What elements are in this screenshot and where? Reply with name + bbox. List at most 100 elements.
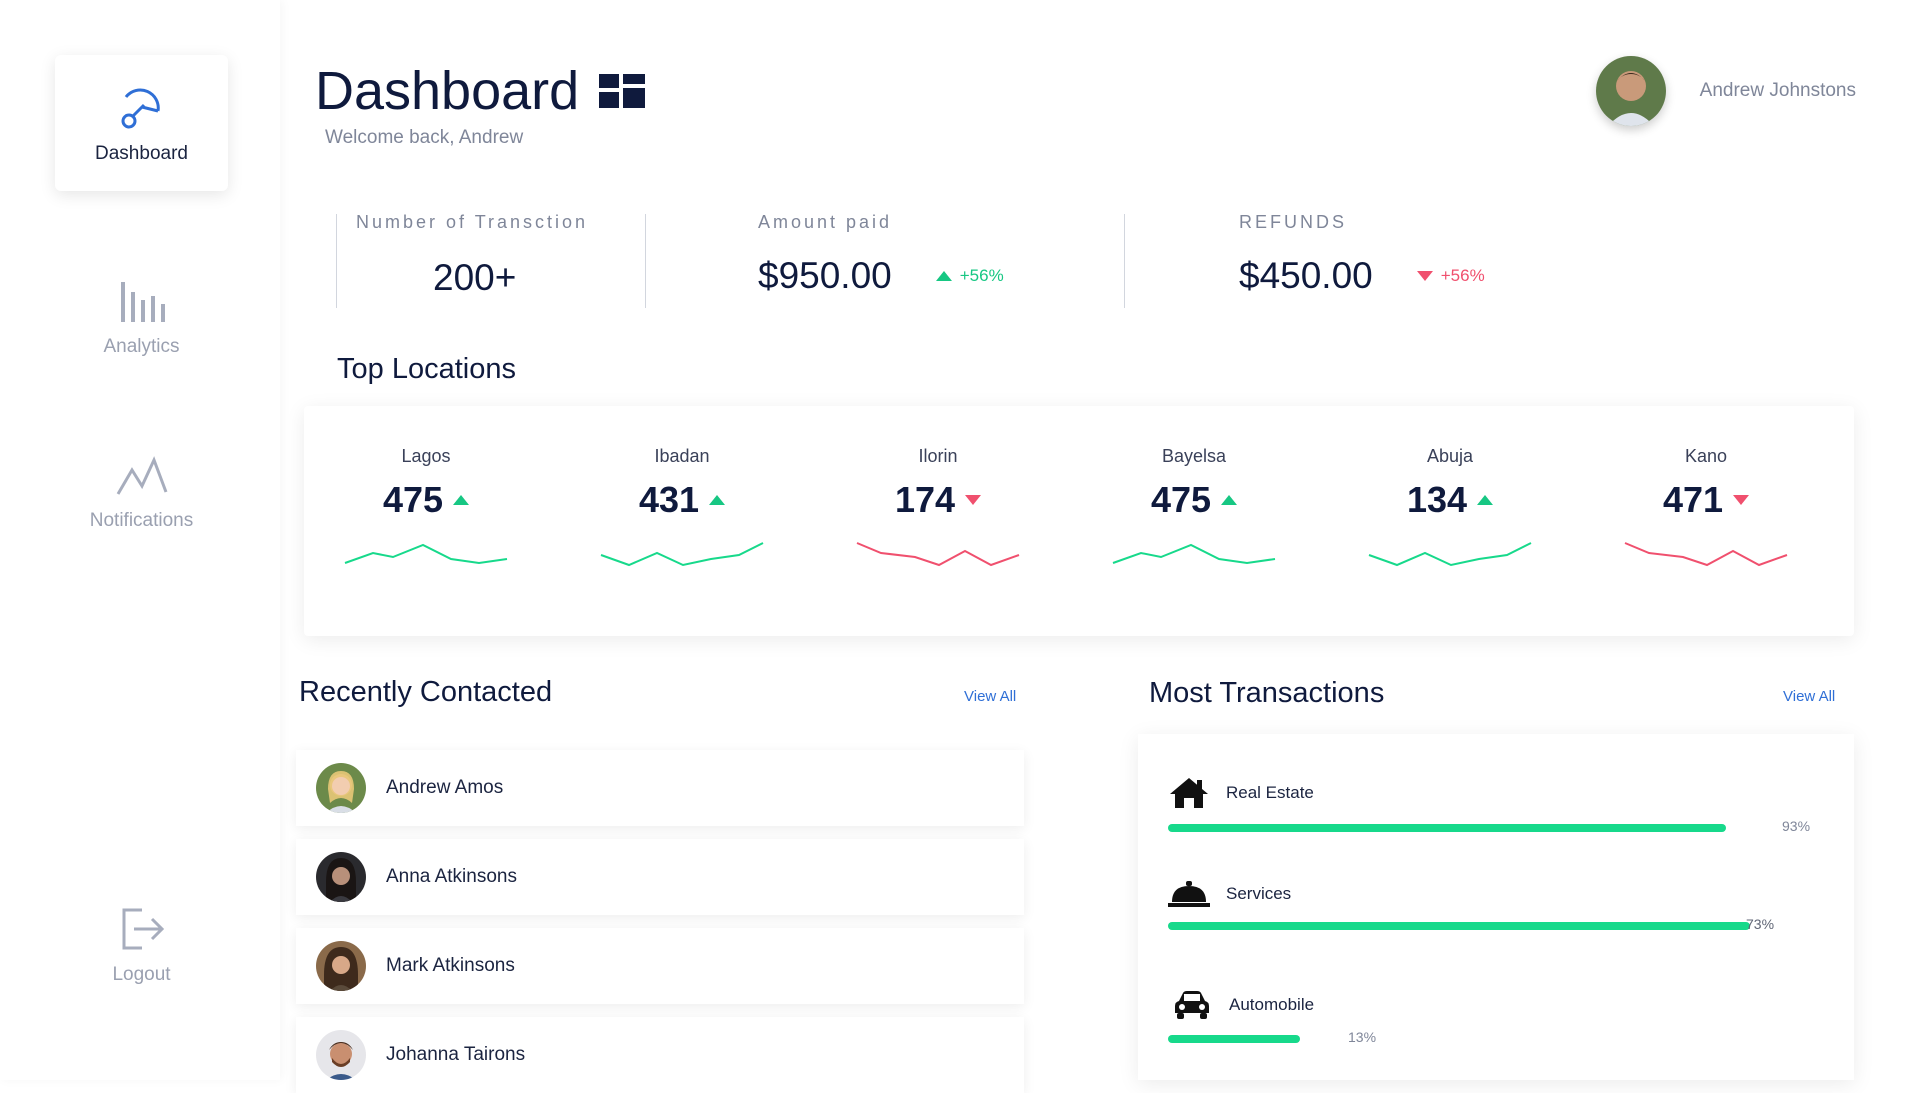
car-icon xyxy=(1175,991,1209,1019)
progress-bar xyxy=(1168,922,1750,930)
transaction-head: Services xyxy=(1168,880,1768,908)
transaction-category-automobile[interactable]: Automobile 13% xyxy=(1168,989,1768,1045)
stat-amount-paid: Amount paid $950.00 +56% xyxy=(758,212,1138,308)
page-title-row: Dashboard xyxy=(315,60,646,122)
transaction-head: Automobile xyxy=(1168,989,1768,1021)
most-transactions-card: Real Estate 93% Services 73% Automobile … xyxy=(1138,734,1854,1080)
grid-icon xyxy=(599,74,646,108)
location-name: Kano xyxy=(1684,446,1728,466)
avatar[interactable] xyxy=(1595,56,1666,126)
transaction-label: Services xyxy=(1226,884,1292,903)
bar-chart-icon xyxy=(120,282,165,322)
triangle-up-icon xyxy=(1221,495,1238,505)
location-value: 475 xyxy=(1150,479,1212,520)
cloche-icon xyxy=(1168,881,1210,907)
location-abuja[interactable]: Abuja 134 xyxy=(1350,446,1550,569)
progress-percent: 73% xyxy=(1746,916,1775,932)
contact-name: Andrew Amos xyxy=(386,777,504,798)
location-value: 134 xyxy=(1406,479,1468,520)
location-name: Ilorin xyxy=(918,446,958,466)
location-value-row: 174 xyxy=(894,479,982,521)
view-all-contacts-link[interactable]: View All xyxy=(964,688,1016,705)
contact-name: Anna Atkinsons xyxy=(386,866,517,887)
location-name: Bayelsa xyxy=(1161,446,1227,466)
sparkline xyxy=(600,542,764,567)
location-name: Ibadan xyxy=(654,446,710,466)
user-name: Andrew Johnstons xyxy=(1699,80,1856,101)
location-value: 174 xyxy=(894,479,956,520)
triangle-up-icon xyxy=(935,271,952,281)
triangle-down-icon xyxy=(1733,495,1750,505)
location-value: 431 xyxy=(638,479,700,520)
progress-bar xyxy=(1168,1035,1300,1043)
progress-bar xyxy=(1168,824,1726,832)
triangle-up-icon xyxy=(1477,495,1494,505)
house-icon xyxy=(1170,778,1208,808)
triangle-up-icon xyxy=(709,495,726,505)
location-name: Lagos xyxy=(401,446,451,466)
location-lagos[interactable]: Lagos 475 xyxy=(326,446,526,569)
stat-value: $450.00 xyxy=(1239,255,1373,296)
contact-name: Johanna Tairons xyxy=(386,1044,526,1065)
divider xyxy=(336,214,337,308)
stat-transactions: Number of Transction 200+ xyxy=(356,212,636,308)
avatar xyxy=(316,763,366,813)
sidebar-item-label: Notifications xyxy=(89,510,194,531)
sidebar-item-notifications[interactable]: Notifications xyxy=(55,456,228,592)
stat-label: REFUNDS xyxy=(1239,212,1348,232)
contact-row[interactable]: Anna Atkinsons xyxy=(296,839,1024,915)
sidebar-item-dashboard[interactable]: Dashboard xyxy=(55,55,228,191)
divider xyxy=(645,214,646,308)
progress-track: 73% xyxy=(1168,916,1774,932)
location-ibadan[interactable]: Ibadan 431 xyxy=(582,446,782,569)
transaction-label: Real Estate xyxy=(1226,783,1314,802)
contact-row[interactable]: Johanna Tairons xyxy=(296,1017,1024,1093)
location-value-row: 431 xyxy=(638,479,726,521)
transaction-label: Automobile xyxy=(1229,995,1315,1014)
sparkline xyxy=(344,543,508,565)
location-kano[interactable]: Kano 471 xyxy=(1606,446,1806,569)
divider xyxy=(1124,214,1125,308)
view-all-transactions-link[interactable]: View All xyxy=(1783,688,1835,705)
sidebar-item-label: Dashboard xyxy=(95,143,188,164)
delta-value: +56% xyxy=(1440,266,1485,285)
stat-delta: +56% xyxy=(1416,266,1485,286)
location-value-row: 134 xyxy=(1406,479,1494,521)
stat-delta: +56% xyxy=(935,266,1004,286)
user-profile[interactable]: Andrew Johnstons xyxy=(1595,56,1856,126)
triangle-down-icon xyxy=(1416,271,1433,281)
stat-label: Amount paid xyxy=(758,212,893,232)
sparkline xyxy=(1624,542,1788,567)
activity-wave-icon xyxy=(116,456,167,495)
transaction-head: Real Estate xyxy=(1168,776,1768,810)
stat-value: 200+ xyxy=(433,257,517,298)
stat-value: $950.00 xyxy=(758,255,892,296)
progress-percent: 13% xyxy=(1348,1029,1377,1045)
transaction-category-real-estate[interactable]: Real Estate 93% xyxy=(1168,776,1810,834)
delta-value: +56% xyxy=(959,266,1004,285)
location-bayelsa[interactable]: Bayelsa 475 xyxy=(1094,446,1294,569)
triangle-up-icon xyxy=(453,495,470,505)
location-ilorin[interactable]: Ilorin 174 xyxy=(838,446,1038,569)
progress-track: 13% xyxy=(1168,1029,1768,1045)
contact-row[interactable]: Andrew Amos xyxy=(296,750,1024,826)
transaction-category-services[interactable]: Services 73% xyxy=(1168,880,1774,932)
stat-label: Number of Transction xyxy=(356,212,589,232)
location-name: Abuja xyxy=(1426,446,1474,466)
sidebar-item-analytics[interactable]: Analytics xyxy=(55,276,228,412)
welcome-subtitle: Welcome back, Andrew xyxy=(325,127,524,148)
sidebar-item-logout[interactable]: Logout xyxy=(55,904,228,1040)
location-value: 471 xyxy=(1662,479,1724,520)
location-value-row: 471 xyxy=(1662,479,1750,521)
top-locations-title: Top Locations xyxy=(337,353,516,385)
contact-row[interactable]: Mark Atkinsons xyxy=(296,928,1024,1004)
avatar xyxy=(316,941,366,991)
sidebar-item-label: Analytics xyxy=(103,336,180,357)
recently-contacted-title: Recently Contacted xyxy=(299,676,553,708)
sidebar: Dashboard Analytics Notifications Logout xyxy=(0,0,280,1080)
location-value: 475 xyxy=(382,479,444,520)
avatar xyxy=(316,1030,366,1080)
sparkline xyxy=(856,542,1020,567)
page-title: Dashboard xyxy=(315,61,580,121)
avatar xyxy=(316,852,366,902)
